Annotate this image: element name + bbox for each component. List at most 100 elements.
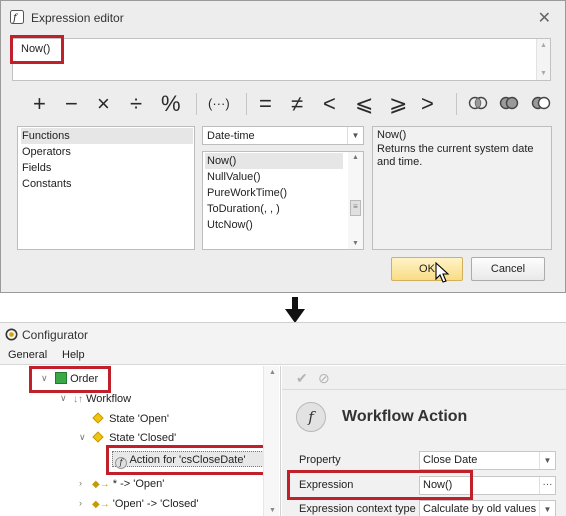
ellipsis-button[interactable]: ···: [539, 477, 555, 494]
details-toolbar: ✔ ⊘: [282, 366, 566, 390]
parentheses-button[interactable]: (···): [208, 89, 230, 119]
category-functions[interactable]: Functions: [21, 128, 193, 144]
tree-scrollbar[interactable]: ▲ ▼: [263, 366, 279, 516]
cancel-button[interactable]: Cancel: [471, 257, 545, 281]
configurator-window: Configurator General Help ∨ Order ∨ ↓↑ W…: [0, 322, 566, 516]
property-select[interactable]: Close Date ▼: [419, 451, 556, 470]
check-icon[interactable]: ✔: [296, 370, 308, 387]
property-label: Property: [299, 454, 341, 466]
divide-button[interactable]: ÷: [130, 89, 142, 119]
scroll-up-icon[interactable]: ▲: [269, 369, 276, 376]
function-item[interactable]: UtcNow(): [207, 217, 253, 233]
tree-node-transition[interactable]: ◆→ 'Open' -> 'Closed': [92, 496, 199, 512]
configurator-title: Configurator: [22, 328, 89, 342]
cancel-circle-icon[interactable]: ⊘: [318, 370, 330, 387]
tree-node-state-open[interactable]: State 'Open': [92, 411, 169, 427]
chevron-down-icon[interactable]: ▼: [347, 127, 363, 144]
expression-editor-dialog: f Expression editor ✕ Now() ▲ ▼ + − × ÷ …: [0, 0, 566, 293]
chevron-down-icon[interactable]: ∨: [60, 393, 67, 404]
description-panel: Now() Returns the current system date an…: [372, 126, 552, 250]
highlight-box: [29, 366, 111, 393]
operator-toolbar: + − × ÷ % (···) = ≠ < ⩽ ⩾ >: [1, 89, 565, 119]
minus-button[interactable]: −: [65, 89, 78, 119]
separator: [456, 93, 457, 115]
less-than-button[interactable]: <: [323, 89, 336, 119]
ok-button[interactable]: OK: [391, 257, 463, 281]
separator: [246, 93, 247, 115]
category-constants[interactable]: Constants: [21, 176, 72, 192]
workflow-icon: ↓↑: [73, 394, 83, 405]
function-list[interactable]: Now() NullValue() PureWorkTime() ToDurat…: [202, 151, 364, 250]
context-type-value: Calculate by old values: [423, 503, 537, 515]
greater-than-button[interactable]: >: [421, 89, 434, 119]
chevron-down-icon[interactable]: ∨: [79, 432, 86, 443]
close-icon[interactable]: ✕: [538, 8, 551, 28]
chevron-right-icon[interactable]: ›: [79, 498, 82, 508]
menu-bar: General Help: [0, 347, 566, 365]
chevron-down-icon[interactable]: ▼: [539, 501, 555, 516]
state-icon: [92, 412, 104, 424]
function-item[interactable]: ToDuration(, , ): [207, 201, 280, 217]
scroll-up-icon[interactable]: ▲: [540, 42, 547, 49]
highlight-box: [10, 35, 64, 64]
tree-node-workflow[interactable]: ↓↑ Workflow: [73, 391, 131, 407]
function-list-scrollbar[interactable]: ▲ ≡ ▼: [348, 152, 363, 249]
configurator-logo-icon: [5, 328, 18, 341]
expression-scrollbar[interactable]: ▲ ▼: [536, 39, 550, 80]
context-type-label: Expression context type: [299, 503, 416, 515]
percent-button[interactable]: %: [161, 89, 181, 119]
tree-node-label: 'Open' -> 'Closed': [112, 498, 199, 510]
tree-node-label: * -> 'Open': [112, 478, 165, 490]
details-panel: ✔ ⊘ f Workflow Action Property Close Dat…: [282, 366, 566, 516]
arrow-down-icon: [285, 297, 305, 323]
transition-icon: ◆→: [92, 479, 110, 490]
function-item[interactable]: PureWorkTime(): [207, 185, 287, 201]
not-rings-icon[interactable]: [531, 96, 551, 110]
or-rings-icon[interactable]: [499, 96, 519, 110]
function-item[interactable]: Now(): [205, 153, 343, 169]
configurator-title-bar: Configurator: [0, 323, 566, 347]
scroll-up-icon[interactable]: ▲: [352, 154, 359, 161]
function-group-value: Date-time: [207, 130, 255, 142]
tree-node-label: State 'Closed': [109, 432, 177, 444]
function-item[interactable]: NullValue(): [207, 169, 261, 185]
tree-node-label: State 'Open': [109, 413, 169, 425]
highlight-box: [287, 470, 473, 500]
function-group-select[interactable]: Date-time ▼: [202, 126, 364, 145]
tree-node-state-closed[interactable]: State 'Closed': [92, 430, 177, 446]
dialog-title: Expression editor: [31, 11, 124, 25]
menu-help[interactable]: Help: [62, 349, 85, 361]
category-fields[interactable]: Fields: [21, 160, 51, 176]
property-value: Close Date: [423, 454, 478, 466]
chevron-right-icon[interactable]: ›: [79, 478, 82, 488]
navigation-tree: ∨ Order ∨ ↓↑ Workflow State 'Open' ∨ Sta…: [0, 366, 281, 516]
expression-input[interactable]: Now() ▲ ▼: [12, 38, 551, 81]
tree-node-transition[interactable]: ◆→ * -> 'Open': [92, 476, 164, 492]
scroll-down-icon[interactable]: ▼: [269, 507, 276, 514]
greater-equal-button[interactable]: ⩾: [389, 89, 407, 119]
separator: [196, 93, 197, 115]
description-title: Now(): [377, 129, 407, 141]
context-type-select[interactable]: Calculate by old values ▼: [419, 500, 556, 516]
not-equal-button[interactable]: ≠: [291, 89, 303, 119]
equal-button[interactable]: =: [259, 89, 272, 119]
scroll-down-icon[interactable]: ▼: [540, 70, 547, 77]
dialog-title-bar: f Expression editor ✕: [1, 1, 565, 33]
function-icon: f: [10, 10, 24, 24]
panel-title: Workflow Action: [342, 408, 468, 425]
multiply-button[interactable]: ×: [97, 89, 110, 119]
and-rings-icon[interactable]: [468, 96, 488, 110]
chevron-down-icon[interactable]: ▼: [539, 452, 555, 469]
description-text: Returns the current system date and time…: [377, 143, 534, 168]
menu-general[interactable]: General: [8, 349, 47, 361]
highlight-box: [106, 445, 270, 475]
plus-button[interactable]: +: [33, 89, 46, 119]
state-icon: [92, 431, 104, 443]
category-list[interactable]: Functions Operators Fields Constants: [17, 126, 195, 250]
category-operators[interactable]: Operators: [21, 144, 71, 160]
function-badge-icon: f: [296, 402, 326, 432]
scroll-thumb[interactable]: ≡: [350, 200, 361, 216]
less-equal-button[interactable]: ⩽: [355, 89, 373, 119]
transition-icon: ◆→: [92, 499, 110, 510]
scroll-down-icon[interactable]: ▼: [352, 240, 359, 247]
